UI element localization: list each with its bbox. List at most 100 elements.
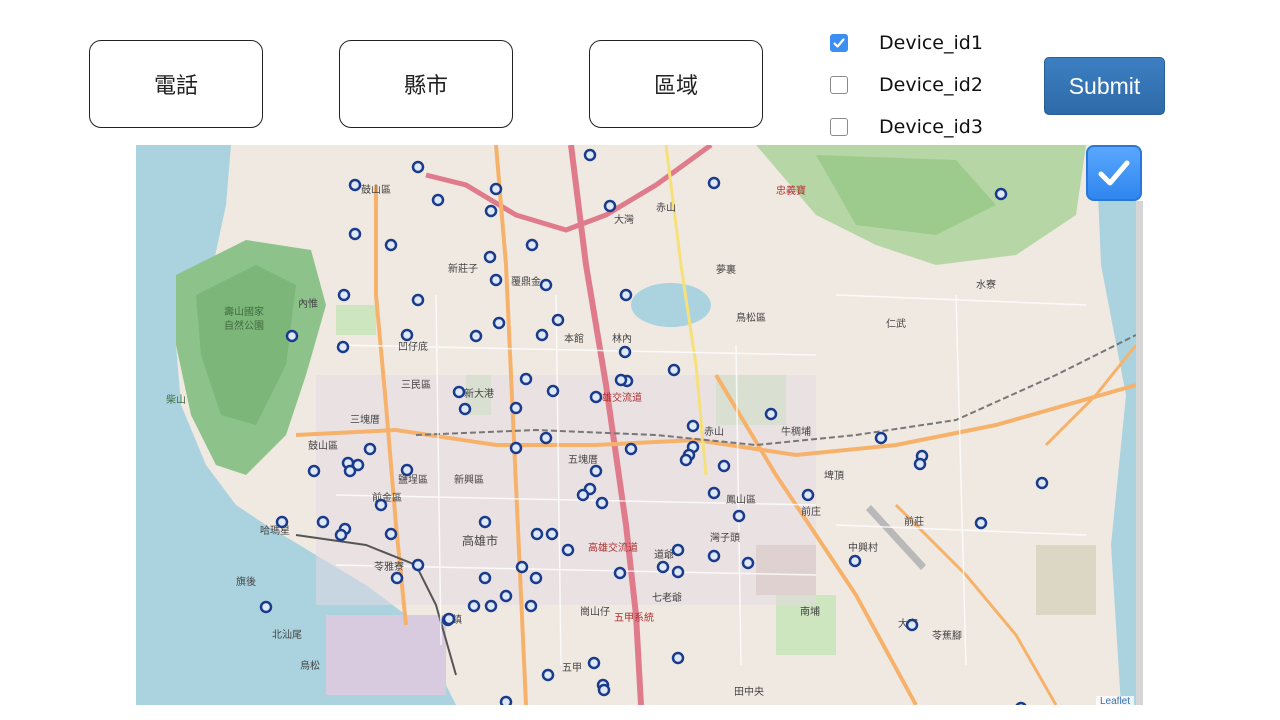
device-marker[interactable]	[671, 565, 685, 579]
device-3-checkbox[interactable]	[830, 118, 848, 136]
map-layer-toggle[interactable]	[1086, 145, 1142, 201]
device-marker[interactable]	[974, 516, 988, 530]
device-marker[interactable]	[595, 496, 609, 510]
device-marker[interactable]	[624, 442, 638, 456]
device-marker[interactable]	[467, 599, 481, 613]
device-marker[interactable]	[515, 560, 529, 574]
device-1-checkbox[interactable]	[830, 34, 848, 52]
device-marker[interactable]	[524, 599, 538, 613]
device-marker[interactable]	[619, 288, 633, 302]
device-marker[interactable]	[707, 486, 721, 500]
device-marker[interactable]	[671, 543, 685, 557]
device-marker[interactable]	[529, 571, 543, 585]
device-marker[interactable]	[374, 498, 388, 512]
device-marker[interactable]	[530, 527, 544, 541]
device-marker[interactable]	[411, 558, 425, 572]
device-marker[interactable]	[499, 695, 513, 705]
device-marker[interactable]	[613, 566, 627, 580]
device-marker[interactable]	[597, 683, 611, 697]
device-marker[interactable]	[458, 402, 472, 416]
leaflet-attribution[interactable]: Leaflet	[1096, 696, 1135, 707]
device-marker[interactable]	[509, 401, 523, 415]
device-marker[interactable]	[535, 328, 549, 342]
device-marker[interactable]	[489, 273, 503, 287]
device-marker[interactable]	[275, 515, 289, 529]
device-marker[interactable]	[913, 457, 927, 471]
device-marker[interactable]	[316, 515, 330, 529]
device-marker[interactable]	[667, 363, 681, 377]
device-marker[interactable]	[384, 238, 398, 252]
device-marker[interactable]	[484, 599, 498, 613]
device-marker[interactable]	[363, 442, 377, 456]
device-marker[interactable]	[732, 509, 746, 523]
device-option-2[interactable]: Device_id2	[830, 73, 983, 97]
device-marker[interactable]	[671, 651, 685, 665]
device-marker[interactable]	[400, 328, 414, 342]
device-marker[interactable]	[717, 459, 731, 473]
map-view[interactable]: 鼓山區 壽山國家 自然公園 柴山 內惟 凹仔底 三民區 新大港 三塊厝 鼓山區 …	[136, 145, 1136, 705]
device-marker[interactable]	[539, 278, 553, 292]
device-2-checkbox[interactable]	[830, 76, 848, 94]
device-marker[interactable]	[583, 148, 597, 162]
device-marker[interactable]	[546, 384, 560, 398]
device-marker[interactable]	[707, 549, 721, 563]
device-marker[interactable]	[400, 463, 414, 477]
device-marker[interactable]	[285, 329, 299, 343]
device-marker[interactable]	[576, 488, 590, 502]
device-marker[interactable]	[499, 589, 513, 603]
device-marker[interactable]	[905, 618, 919, 632]
device-marker[interactable]	[519, 372, 533, 386]
device-marker[interactable]	[348, 178, 362, 192]
device-marker[interactable]	[614, 373, 628, 387]
device-marker[interactable]	[764, 407, 778, 421]
device-marker[interactable]	[452, 385, 466, 399]
device-marker[interactable]	[589, 390, 603, 404]
device-marker[interactable]	[484, 204, 498, 218]
device-option-3[interactable]: Device_id3	[830, 115, 983, 139]
device-marker[interactable]	[539, 431, 553, 445]
device-marker[interactable]	[411, 160, 425, 174]
device-marker[interactable]	[525, 238, 539, 252]
device-marker[interactable]	[679, 453, 693, 467]
device-marker[interactable]	[492, 316, 506, 330]
map-scrollbar[interactable]	[1136, 201, 1143, 705]
device-marker[interactable]	[1035, 476, 1049, 490]
device-marker[interactable]	[589, 464, 603, 478]
device-marker[interactable]	[478, 571, 492, 585]
device-marker[interactable]	[307, 464, 321, 478]
device-marker[interactable]	[336, 340, 350, 354]
device-marker[interactable]	[561, 543, 575, 557]
device-marker[interactable]	[801, 488, 815, 502]
device-marker[interactable]	[483, 250, 497, 264]
device-marker[interactable]	[469, 329, 483, 343]
phone-field[interactable]: 電話	[89, 40, 263, 128]
device-marker[interactable]	[707, 176, 721, 190]
device-marker[interactable]	[545, 527, 559, 541]
device-marker[interactable]	[509, 441, 523, 455]
county-field[interactable]: 縣市	[339, 40, 513, 128]
device-marker[interactable]	[686, 419, 700, 433]
device-marker[interactable]	[489, 182, 503, 196]
device-marker[interactable]	[874, 431, 888, 445]
device-marker[interactable]	[334, 528, 348, 542]
device-marker[interactable]	[618, 345, 632, 359]
device-marker[interactable]	[848, 554, 862, 568]
device-marker[interactable]	[478, 515, 492, 529]
device-marker[interactable]	[343, 464, 357, 478]
device-marker[interactable]	[587, 656, 601, 670]
device-marker[interactable]	[741, 556, 755, 570]
device-marker[interactable]	[541, 668, 555, 682]
device-marker[interactable]	[656, 560, 670, 574]
device-marker[interactable]	[1015, 701, 1027, 705]
device-marker[interactable]	[337, 288, 351, 302]
device-marker[interactable]	[384, 527, 398, 541]
device-marker[interactable]	[994, 187, 1008, 201]
submit-button[interactable]: Submit	[1044, 57, 1165, 115]
device-marker[interactable]	[259, 600, 273, 614]
device-marker[interactable]	[431, 193, 445, 207]
district-field[interactable]: 區域	[589, 40, 763, 128]
device-marker[interactable]	[411, 293, 425, 307]
device-option-1[interactable]: Device_id1	[830, 31, 983, 55]
device-marker[interactable]	[390, 571, 404, 585]
device-marker[interactable]	[348, 227, 362, 241]
